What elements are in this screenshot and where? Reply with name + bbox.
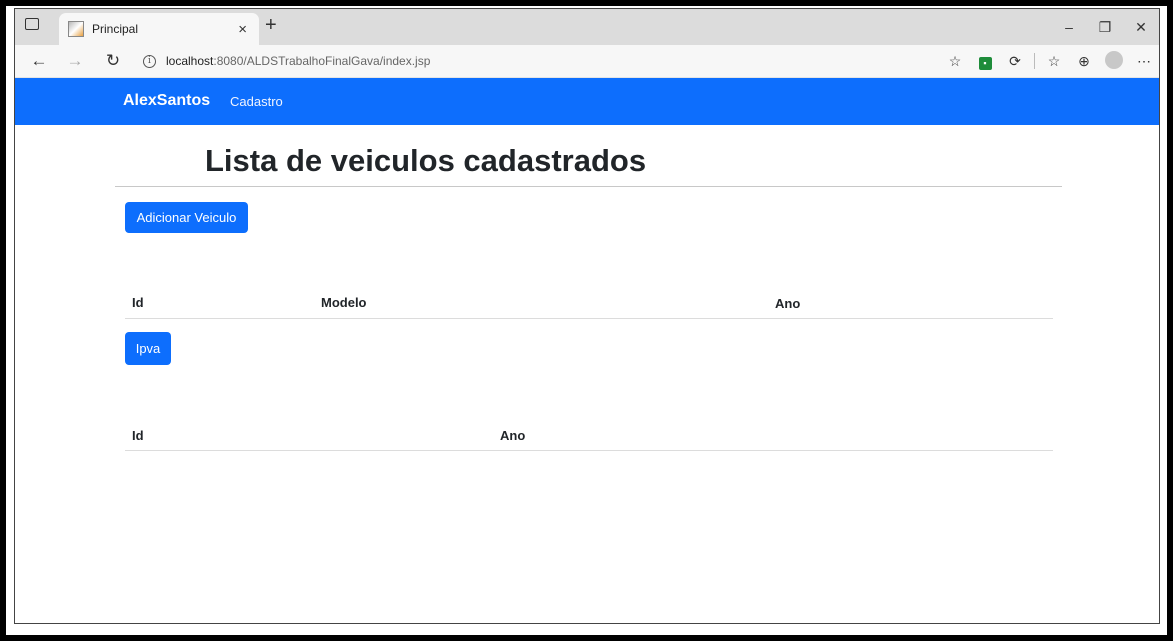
tab-strip: Principal × + – ❐ ✕ bbox=[15, 9, 1159, 45]
sidebar-icon[interactable] bbox=[25, 18, 39, 30]
favorites-list-icon[interactable]: ☆ bbox=[1039, 53, 1069, 70]
url-host: localhost bbox=[166, 54, 214, 68]
table1-header-modelo: Modelo bbox=[321, 295, 367, 310]
tab-principal[interactable]: Principal × bbox=[59, 13, 259, 45]
forward-icon[interactable]: → bbox=[65, 51, 85, 71]
toolbar-icons: ☆ ▪ ⟳ ☆ ⊕ ⋯ bbox=[940, 45, 1159, 77]
address-toolbar: ← → ↻ i localhost:8080/ALDSTrabalhoFinal… bbox=[15, 45, 1159, 78]
table1-header-line bbox=[125, 318, 1053, 319]
ipva-button[interactable]: Ipva bbox=[125, 332, 171, 365]
navbar: AlexSantos Cadastro bbox=[15, 78, 1159, 125]
restore-icon[interactable]: ❐ bbox=[1087, 9, 1123, 45]
url-path: :8080/ALDSTrabalhoFinalGava/index.jsp bbox=[213, 54, 431, 68]
window-controls: – ❐ ✕ bbox=[1051, 9, 1159, 45]
table2-header-id: Id bbox=[132, 428, 144, 443]
table2-header-line bbox=[125, 450, 1053, 451]
address-bar[interactable]: i localhost:8080/ALDSTrabalhoFinalGava/i… bbox=[143, 50, 883, 72]
refresh-icon[interactable]: ↻ bbox=[103, 51, 123, 71]
navbar-brand[interactable]: AlexSantos bbox=[123, 92, 210, 110]
collections-icon[interactable]: ⊕ bbox=[1069, 53, 1099, 70]
browser-window: Principal × + – ❐ ✕ ← → ↻ i localhost:80… bbox=[14, 8, 1160, 624]
minimize-icon[interactable]: – bbox=[1051, 9, 1087, 45]
tab-title: Principal bbox=[92, 22, 139, 36]
tab-close-icon[interactable]: × bbox=[238, 21, 247, 38]
more-icon[interactable]: ⋯ bbox=[1129, 53, 1159, 70]
table2-header-ano: Ano bbox=[500, 428, 526, 443]
extension-icon[interactable]: ▪ bbox=[970, 53, 1000, 70]
profile-icon[interactable] bbox=[1099, 50, 1129, 72]
page-title: Lista de veiculos cadastrados bbox=[205, 143, 647, 178]
info-icon[interactable]: i bbox=[143, 54, 156, 68]
nav-link-cadastro[interactable]: Cadastro bbox=[230, 94, 283, 109]
close-window-icon[interactable]: ✕ bbox=[1123, 9, 1159, 45]
title-divider bbox=[115, 186, 1062, 187]
add-vehicle-button[interactable]: Adicionar Veiculo bbox=[125, 202, 248, 233]
url-text[interactable]: localhost:8080/ALDSTrabalhoFinalGava/ind… bbox=[166, 54, 430, 68]
back-icon[interactable]: ← bbox=[29, 51, 49, 71]
favicon-icon bbox=[68, 21, 84, 37]
table1-header-id: Id bbox=[132, 295, 144, 310]
new-tab-icon[interactable]: + bbox=[265, 14, 277, 37]
favorite-icon[interactable]: ☆ bbox=[940, 53, 970, 70]
table1-header-ano: Ano bbox=[775, 296, 801, 311]
toolbar-separator bbox=[1034, 53, 1035, 69]
puzzle-icon[interactable]: ⟳ bbox=[1000, 53, 1030, 70]
